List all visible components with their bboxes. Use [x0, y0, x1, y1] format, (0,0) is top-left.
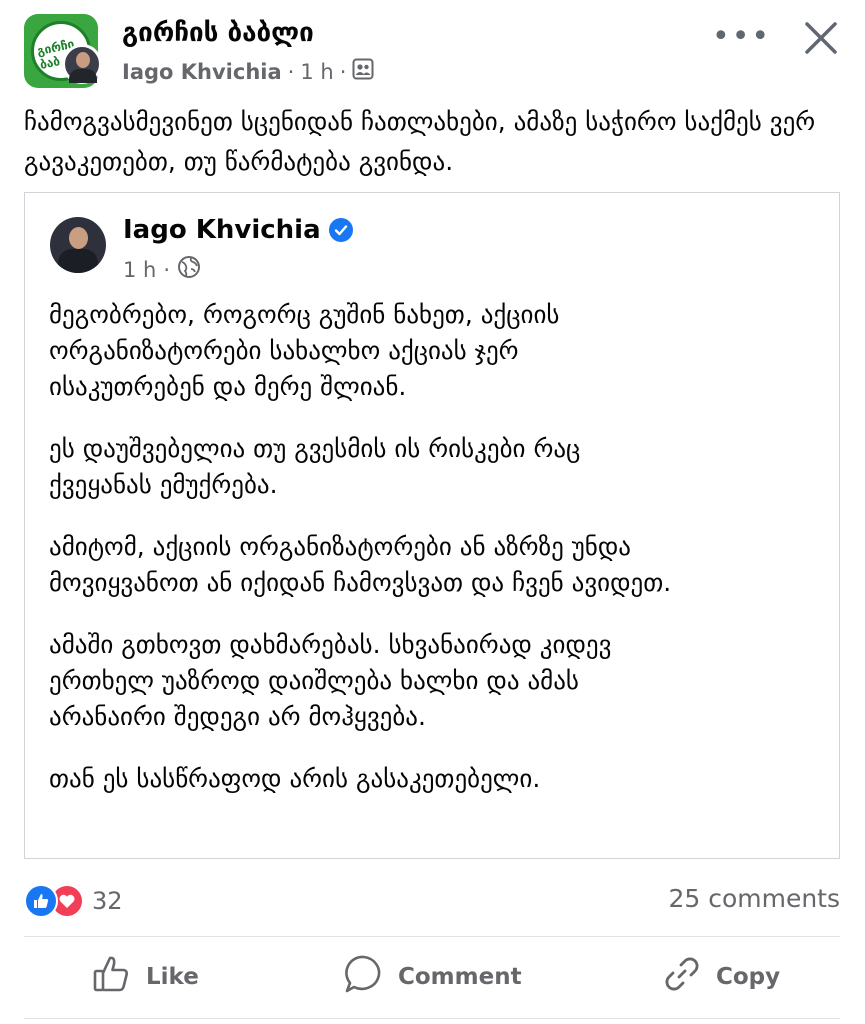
like-button[interactable]: Like	[92, 952, 199, 1002]
divider	[24, 936, 840, 937]
post-text: ჩამოგვასმევინეთ სცენიდან ჩათლახები, ამაზ…	[24, 107, 824, 176]
comments-count[interactable]: 25 comments	[668, 884, 840, 913]
shared-post-time[interactable]: 1 h	[123, 258, 156, 282]
post-author[interactable]: Iago Khvichia	[122, 60, 282, 84]
shared-post-body: მეგობრებო, როგორც გუშინ ნახეთ, აქციის ორ…	[49, 297, 829, 823]
shared-paragraph: ამიტომ, აქციის ორგანიზატორები ან აზრზე უ…	[49, 532, 672, 597]
globe-icon	[177, 255, 201, 284]
comment-button[interactable]: Comment	[344, 952, 522, 1002]
shared-author-name[interactable]: Iago Khvichia	[123, 215, 321, 245]
shared-paragraph: მეგობრებო, როგორც გუშინ ნახეთ, აქციის ორ…	[49, 300, 560, 401]
copy-label: Copy	[716, 964, 781, 990]
like-reaction-icon	[24, 884, 58, 918]
shared-paragraph: თან ეს სასწრაფოდ არის გასაკეთებელი.	[49, 764, 541, 793]
group-members-icon	[352, 58, 374, 85]
shared-author-name-row: Iago Khvichia	[123, 215, 353, 245]
shared-paragraph: ამაში გთხოვთ დახმარებას. სხვანაირად კიდე…	[49, 630, 612, 731]
shared-paragraph: ეს დაუშვებელია თუ გვესმის ის რისკები რაც…	[49, 434, 581, 499]
reactions-summary[interactable]: 32	[24, 884, 123, 918]
meta-separator: ·	[339, 59, 347, 84]
shared-post-meta: 1 h ·	[123, 255, 201, 284]
post-meta: Iago Khvichia · 1 h ·	[122, 58, 374, 85]
thumbs-up-icon	[92, 954, 132, 1000]
reaction-count: 32	[92, 887, 123, 915]
post-time[interactable]: 1 h	[300, 60, 333, 84]
verified-badge-icon	[328, 218, 353, 242]
shared-post[interactable]: Iago Khvichia 1 h · მეგობრებო, როგორც გუ…	[24, 192, 840, 859]
shared-author-avatar[interactable]	[50, 217, 106, 273]
meta-separator: ·	[163, 257, 171, 282]
like-label: Like	[146, 964, 199, 990]
meta-separator: ·	[287, 59, 295, 84]
divider	[24, 1018, 840, 1019]
comment-label: Comment	[398, 964, 522, 990]
link-icon	[662, 954, 702, 1000]
close-icon[interactable]	[803, 20, 839, 56]
more-options-icon[interactable]: •••	[712, 22, 771, 52]
copy-button[interactable]: Copy	[662, 952, 780, 1002]
group-name[interactable]: გირჩის ბაბლი	[122, 18, 314, 48]
comment-bubble-icon	[344, 954, 384, 1000]
author-avatar-small[interactable]	[62, 44, 102, 84]
